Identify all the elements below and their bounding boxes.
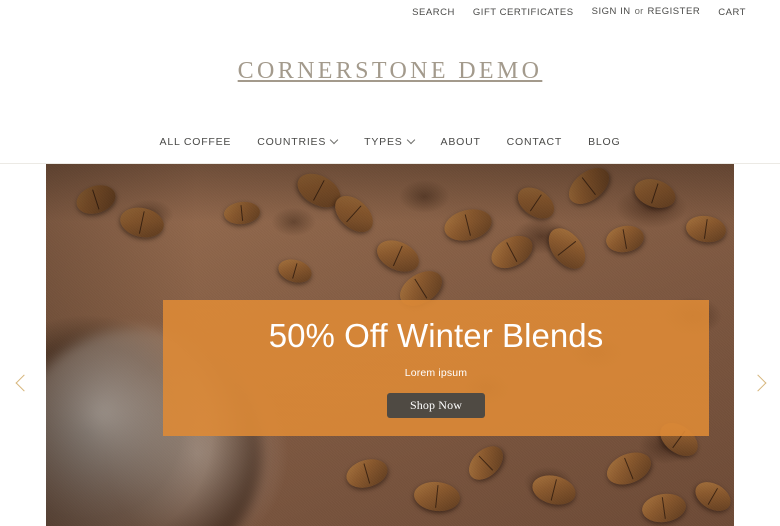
account-separator-label: or	[634, 5, 644, 17]
nav-label-about: ABOUT	[440, 135, 481, 148]
promo-banner: 50% Off Winter Blends Lorem ipsum Shop N…	[163, 300, 709, 436]
nav-item-all-coffee[interactable]: ALL COFFEE	[160, 136, 232, 148]
search-link[interactable]: SEARCH	[412, 7, 455, 18]
carousel-prev-button[interactable]	[0, 164, 46, 526]
utility-item-gift-certificates: GIFT CERTIFICATES	[473, 2, 574, 20]
storefront-page: SEARCH GIFT CERTIFICATES SIGN IN or REGI…	[0, 0, 780, 526]
cart-link[interactable]: CART	[718, 7, 746, 18]
header: CORNERSTONE DEMO	[0, 22, 780, 120]
chevron-left-icon	[16, 376, 30, 390]
carousel-next-button[interactable]	[734, 164, 780, 526]
chevron-right-icon	[750, 376, 764, 390]
gift-certificates-link[interactable]: GIFT CERTIFICATES	[473, 7, 574, 18]
nav-label-blog: BLOG	[588, 135, 621, 148]
hero-slide-image: 50% Off Winter Blends Lorem ipsum Shop N…	[46, 164, 734, 526]
nav-label-countries: COUNTRIES	[257, 135, 327, 148]
nav-item-blog[interactable]: BLOG	[588, 136, 620, 148]
nav-item-about[interactable]: ABOUT	[441, 136, 481, 148]
chevron-down-icon	[408, 137, 415, 144]
shop-now-button[interactable]: Shop Now	[387, 392, 485, 418]
nav-label-contact: CONTACT	[506, 135, 563, 148]
nav-list: ALL COFFEE COUNTRIES TYPES ABOUT CONTACT…	[160, 136, 621, 148]
utility-item-account: SIGN IN or REGISTER	[592, 6, 701, 17]
sign-in-link[interactable]: SIGN IN	[592, 6, 631, 17]
nav-label-types: TYPES	[364, 135, 403, 148]
chevron-down-icon	[331, 137, 338, 144]
promo-subheading: Lorem ipsum	[404, 366, 468, 379]
utility-item-search: SEARCH	[412, 2, 455, 20]
main-navigation: ALL COFFEE COUNTRIES TYPES ABOUT CONTACT…	[0, 120, 780, 164]
nav-item-types[interactable]: TYPES	[364, 136, 414, 148]
promo-heading: 50% Off Winter Blends	[268, 317, 604, 355]
store-logo[interactable]: CORNERSTONE DEMO	[238, 58, 543, 85]
nav-label-all-coffee: ALL COFFEE	[159, 135, 232, 148]
nav-item-countries[interactable]: COUNTRIES	[257, 136, 338, 148]
nav-item-contact[interactable]: CONTACT	[507, 136, 562, 148]
register-link[interactable]: REGISTER	[647, 6, 700, 17]
utility-links: SEARCH GIFT CERTIFICATES SIGN IN or REGI…	[412, 2, 746, 20]
utility-bar: SEARCH GIFT CERTIFICATES SIGN IN or REGI…	[0, 0, 780, 22]
hero-carousel: 50% Off Winter Blends Lorem ipsum Shop N…	[0, 164, 780, 526]
utility-item-cart: CART	[718, 2, 746, 20]
